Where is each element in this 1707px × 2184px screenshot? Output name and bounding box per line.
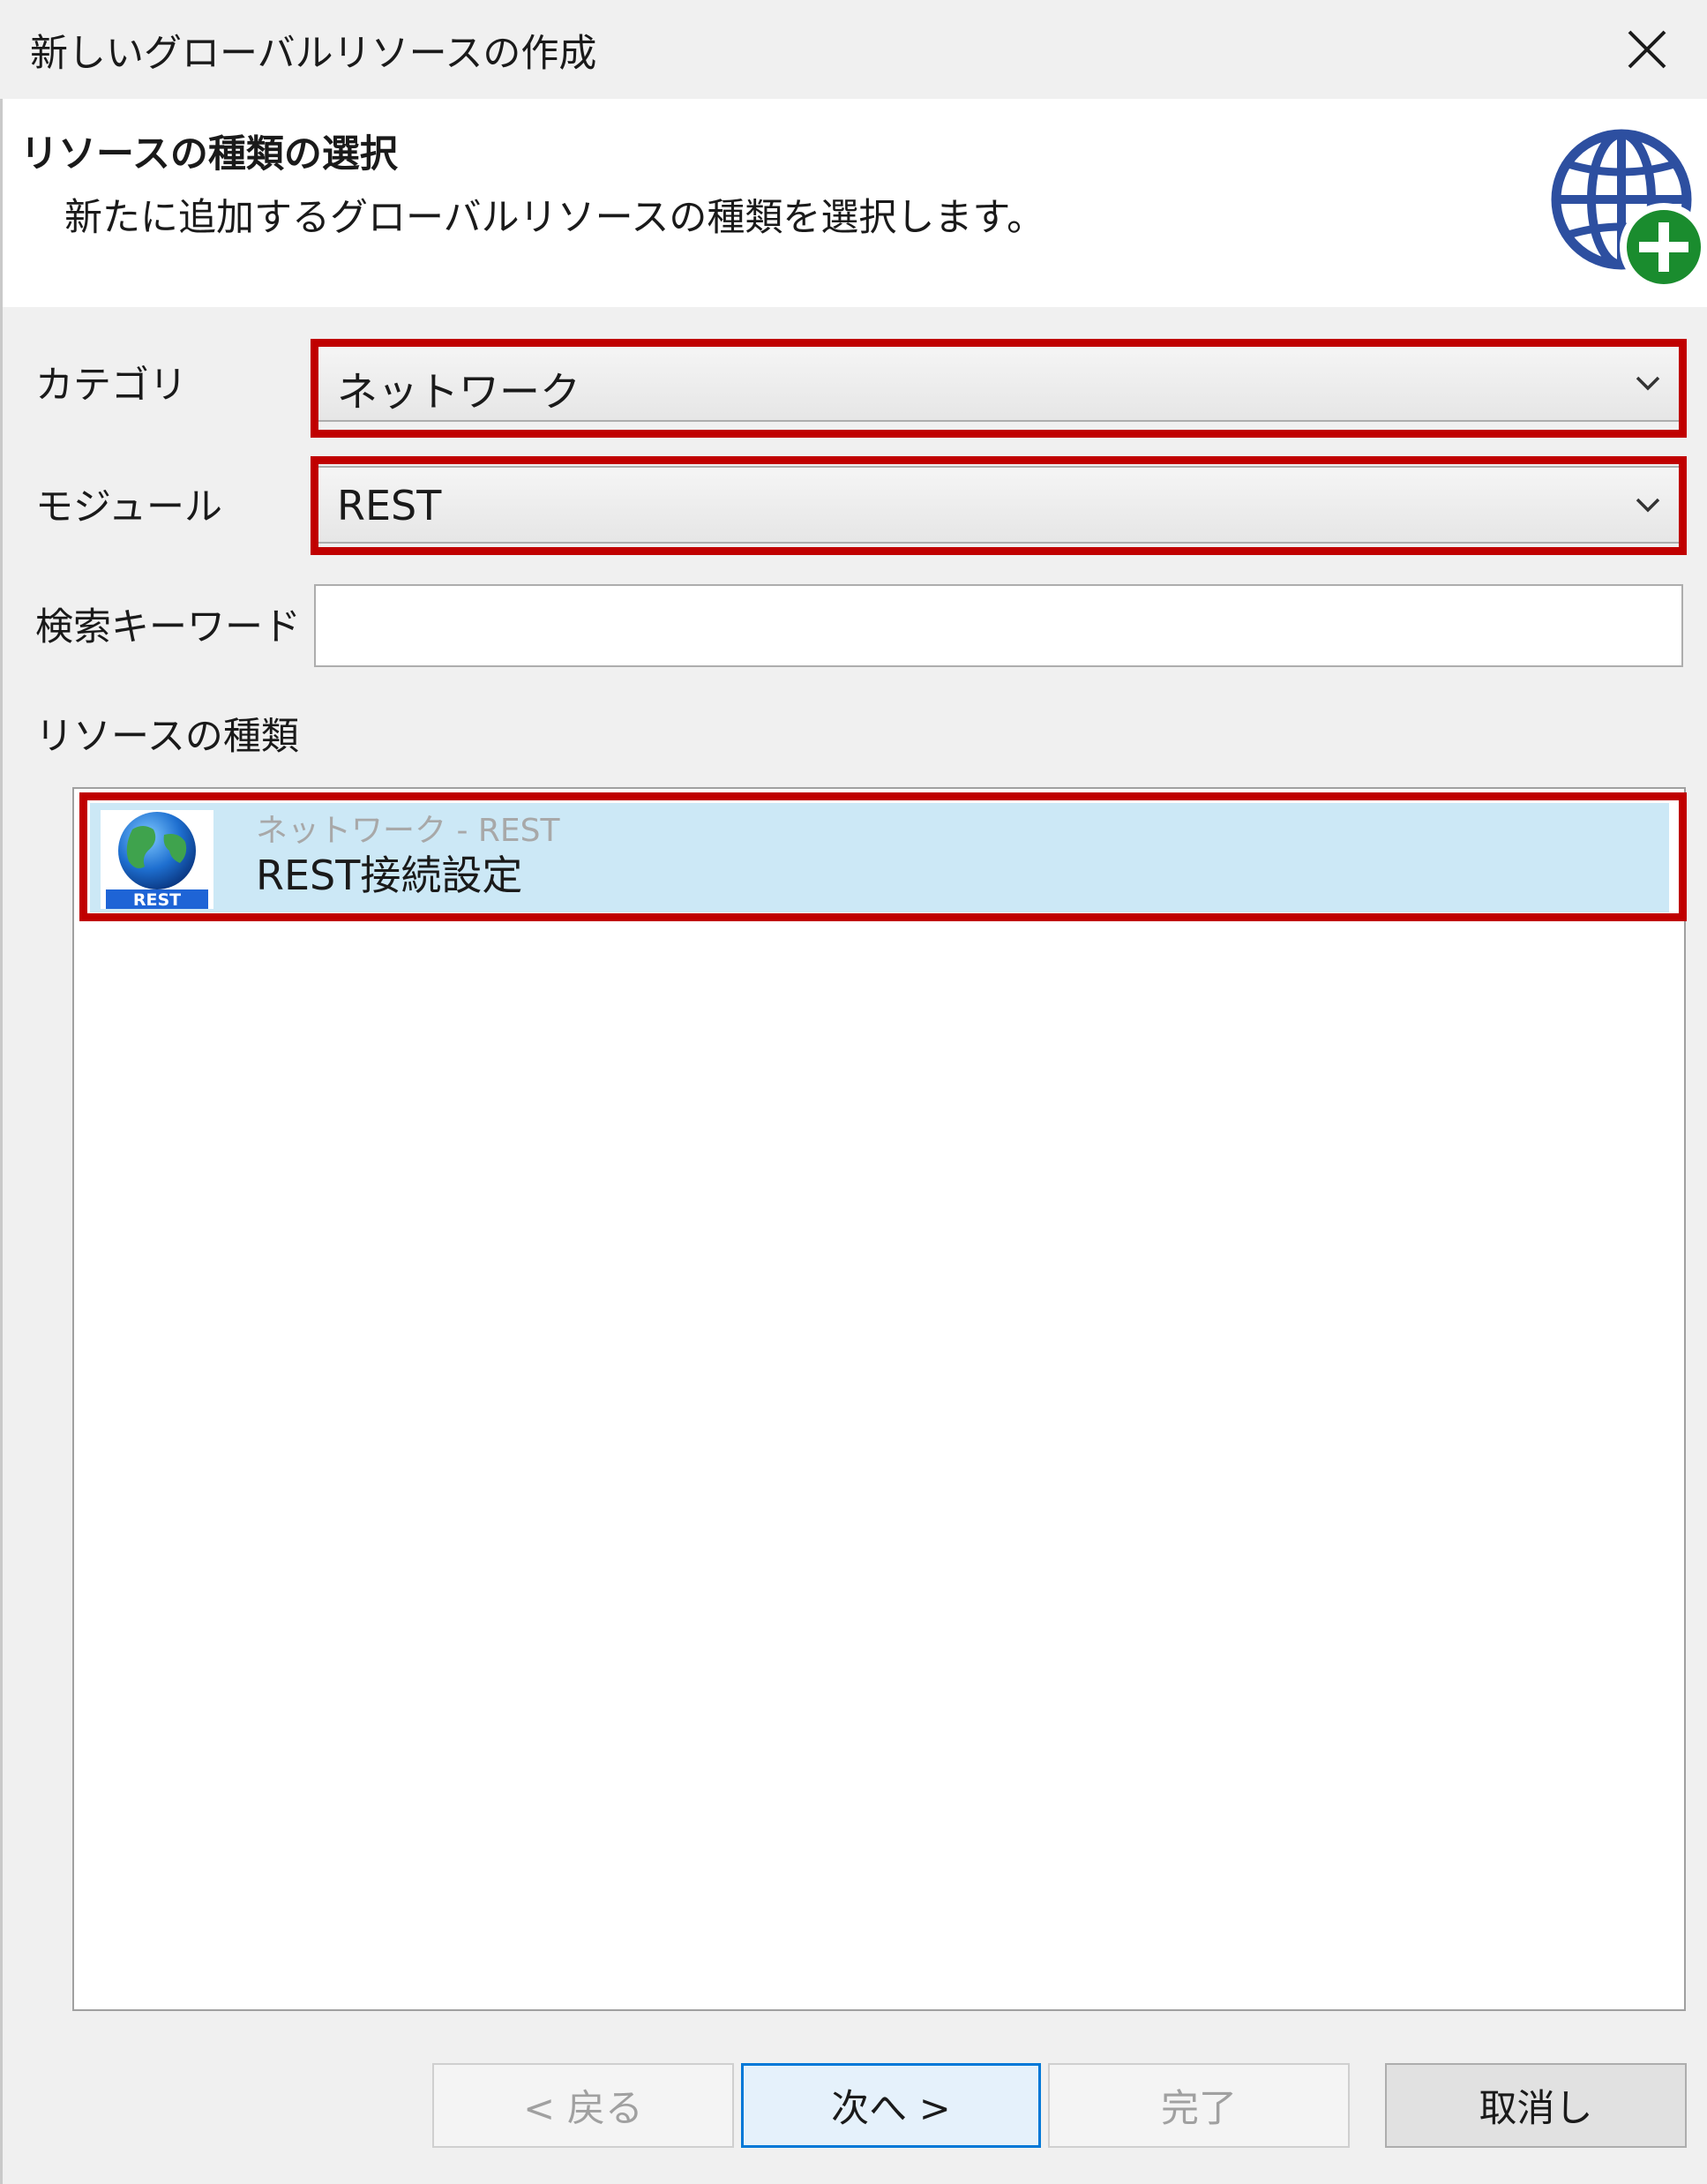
close-button[interactable] bbox=[1617, 19, 1677, 79]
rest-globe-icon: REST bbox=[101, 810, 213, 909]
window-edge bbox=[0, 0, 3, 2184]
item-name: REST接続設定 bbox=[256, 852, 523, 899]
resource-types-label: リソースの種類 bbox=[35, 715, 299, 759]
category-select[interactable]: ネットワーク bbox=[316, 344, 1681, 422]
module-value: REST bbox=[337, 482, 442, 529]
keyword-label: 検索キーワード bbox=[35, 605, 301, 649]
module-select[interactable]: REST bbox=[316, 466, 1681, 544]
module-label: モジュール bbox=[35, 485, 222, 529]
chevron-down-icon bbox=[1636, 498, 1660, 513]
keyword-input[interactable] bbox=[314, 584, 1683, 667]
close-icon bbox=[1628, 30, 1666, 69]
page-description: 新たに追加するグローバルリソースの種類を選択します。 bbox=[64, 196, 1045, 240]
window-title: 新しいグローバルリソースの作成 bbox=[30, 32, 597, 76]
wizard-header: リソースの種類の選択 新たに追加するグローバルリソースの種類を選択します。 bbox=[3, 99, 1707, 307]
category-value: ネットワーク bbox=[337, 368, 580, 416]
cancel-button[interactable]: 取消し bbox=[1385, 2063, 1687, 2148]
back-button[interactable]: < 戻る bbox=[432, 2063, 734, 2148]
resource-types-list[interactable]: REST ネットワーク - REST REST接続設定 bbox=[72, 787, 1686, 2011]
chevron-down-icon bbox=[1636, 376, 1660, 391]
category-label: カテゴリ bbox=[35, 364, 187, 408]
page-title: リソースの種類の選択 bbox=[20, 132, 398, 176]
globe-add-icon bbox=[1551, 129, 1707, 291]
next-button[interactable]: 次へ > bbox=[741, 2063, 1041, 2148]
title-bar: 新しいグローバルリソースの作成 bbox=[0, 0, 1707, 99]
rest-icon-caption: REST bbox=[133, 890, 181, 909]
finish-button[interactable]: 完了 bbox=[1048, 2063, 1350, 2148]
create-global-resource-dialog: 新しいグローバルリソースの作成 リソースの種類の選択 新たに追加するグローバルリ… bbox=[0, 0, 1707, 2184]
list-item[interactable]: REST ネットワーク - REST REST接続設定 bbox=[90, 803, 1669, 912]
